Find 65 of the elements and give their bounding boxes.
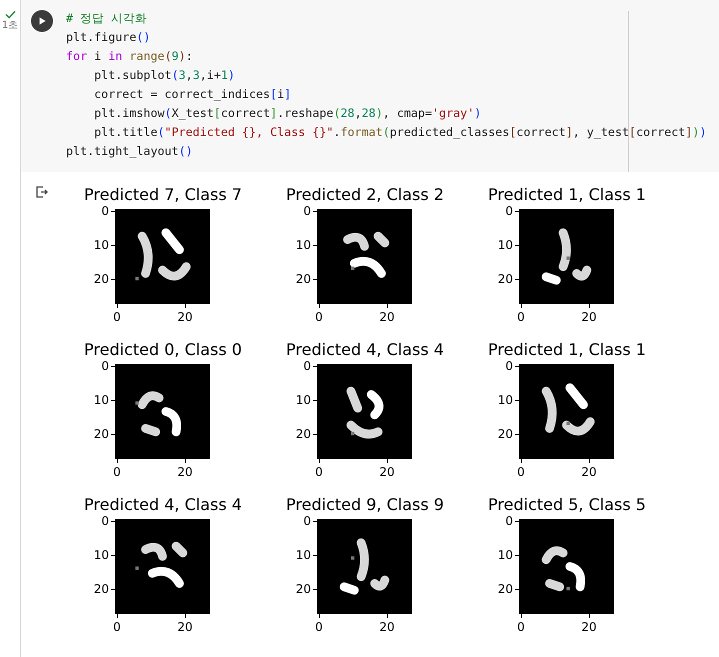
axis-tick-label: 20: [379, 620, 395, 634]
axis-tick-label: 0: [505, 204, 513, 218]
run-button[interactable]: [30, 10, 52, 32]
axis-tick-label: 10: [296, 393, 311, 407]
axis-tick-label: 0: [303, 359, 311, 373]
axis-tick-label: 20: [581, 620, 597, 634]
axis-tick-label: 0: [517, 465, 525, 479]
axis-tick-label: 10: [94, 238, 109, 252]
axis-tick-label: 20: [94, 427, 109, 441]
axis-tick-label: 0: [303, 204, 311, 218]
code-line: # 정답 시각화: [66, 10, 148, 27]
plot-title: Predicted 4, Class 4: [285, 340, 445, 360]
axis-tick-label: 20: [296, 582, 311, 596]
axis-tick-label: 0: [101, 204, 109, 218]
axis-tick-label: 20: [581, 310, 597, 324]
axis-tick-label: 20: [296, 272, 311, 286]
axis-tick-label: 0: [517, 310, 525, 324]
plot-title: Predicted 2, Class 2: [285, 185, 445, 205]
axis-tick-label: 20: [379, 310, 395, 324]
code-line: plt.subplot(3,3,i+1): [93, 67, 235, 84]
axis-tick-label: 0: [101, 359, 109, 373]
axis-tick-label: 20: [379, 465, 395, 479]
axis-tick-label: 20: [94, 582, 109, 596]
axis-tick-label: 0: [315, 620, 323, 634]
axis-tick-label: 0: [505, 514, 513, 528]
code-line: for i in range(9):: [66, 48, 193, 65]
axis-tick-label: 0: [505, 359, 513, 373]
axis-tick-label: 10: [296, 238, 311, 252]
plot-title: Predicted 5, Class 5: [487, 495, 647, 515]
axis-tick-label: 20: [177, 310, 193, 324]
axis-tick-label: 0: [315, 310, 323, 324]
axis-tick-label: 0: [101, 514, 109, 528]
axis-tick-label: 10: [296, 548, 311, 562]
axis-tick-label: 20: [177, 465, 193, 479]
axis-tick-label: 20: [94, 272, 109, 286]
axis-tick-label: 0: [315, 465, 323, 479]
plot-title: Predicted 7, Class 7: [83, 185, 243, 205]
plot-title: Predicted 0, Class 0: [83, 340, 243, 360]
axis-tick-label: 10: [94, 393, 109, 407]
plot-title: Predicted 1, Class 1: [487, 185, 647, 205]
axis-tick-label: 10: [94, 548, 109, 562]
axis-tick-label: 10: [498, 393, 513, 407]
axis-tick-label: 20: [296, 427, 311, 441]
axis-tick-label: 20: [498, 272, 513, 286]
code-line: plt.figure(): [66, 29, 150, 46]
axis-tick-label: 20: [498, 582, 513, 596]
run-duration: 1초: [2, 20, 18, 32]
axis-tick-label: 10: [498, 548, 513, 562]
axis-tick-label: 0: [113, 465, 121, 479]
code-line: plt.imshow(X_test[correct].reshape(28,28), cmap='gray'): [93, 105, 482, 122]
output-icon[interactable]: [34, 185, 48, 199]
code-line: plt.title("Predicted {}, Class {}".format(predicted_classes[correct], y_test[correct])): [93, 124, 706, 141]
axis-tick-label: 0: [517, 620, 525, 634]
axis-tick-label: 0: [303, 514, 311, 528]
axis-tick-label: 0: [113, 620, 121, 634]
code-line: plt.tight_layout(): [66, 143, 193, 160]
plot-title: Predicted 1, Class 1: [487, 340, 647, 360]
axis-tick-label: 10: [498, 238, 513, 252]
axis-tick-label: 20: [177, 620, 193, 634]
plot-title: Predicted 4, Class 4: [83, 495, 243, 515]
axis-tick-label: 20: [581, 465, 597, 479]
axis-tick-label: 20: [498, 427, 513, 441]
plot-title: Predicted 9, Class 9: [285, 495, 445, 515]
axis-tick-label: 0: [113, 310, 121, 324]
code-line: correct = correct_indices[i]: [93, 86, 292, 103]
